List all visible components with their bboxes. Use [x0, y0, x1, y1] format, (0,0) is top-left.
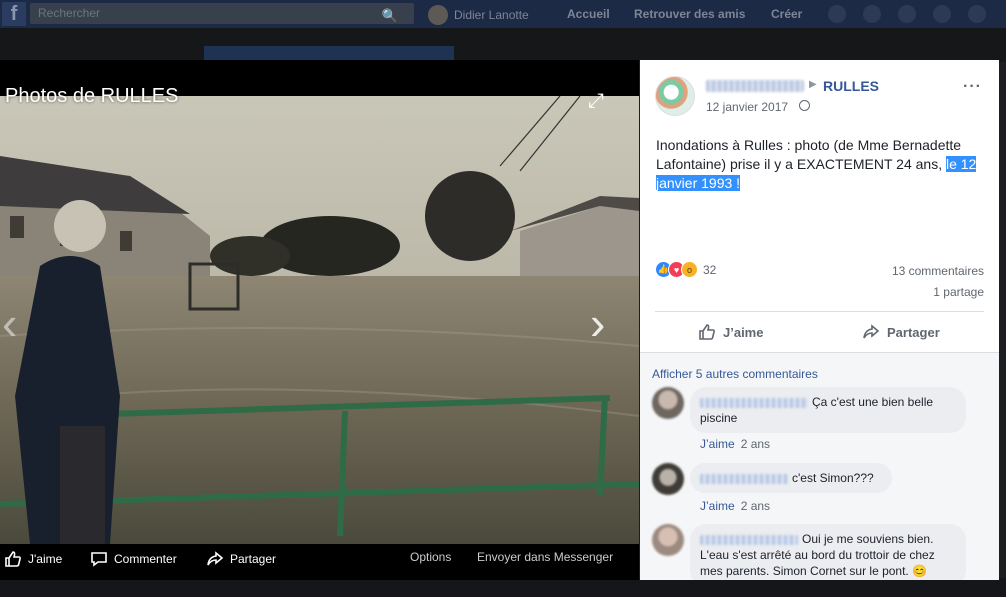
comment-meta: J’aime 2 ans [700, 437, 770, 451]
divider [655, 311, 984, 312]
more-options-icon[interactable]: ··· [963, 78, 982, 96]
post-text: Inondations à Rulles : photo (de Mme Ber… [656, 136, 991, 193]
profile-name: Didier Lanotte [454, 8, 529, 22]
help-icon[interactable] [933, 5, 951, 23]
search-placeholder: Rechercher [38, 6, 101, 20]
reactions-count: 32 [703, 262, 717, 277]
fullscreen-icon[interactable]: ⤢ [588, 90, 604, 113]
notifications-icon[interactable] [898, 5, 916, 23]
send-in-messenger-link[interactable]: Envoyer dans Messenger [477, 550, 613, 564]
wow-reaction-icon: o [681, 261, 698, 278]
viewer-like-button[interactable]: J'aime [4, 550, 62, 568]
show-more-comments-link[interactable]: Afficher 5 autres commentaires [652, 367, 818, 381]
account-menu-icon[interactable] [968, 5, 986, 23]
avatar[interactable] [652, 463, 684, 495]
commenter-name-redacted[interactable] [700, 534, 798, 545]
background-page-bottom [0, 578, 1006, 597]
viewer-action-bar: J'aime Commenter Partager Options Envoye… [0, 538, 639, 580]
comments-count-link[interactable]: 13 commentaires [892, 264, 984, 278]
viewer-share-button[interactable]: Partager [206, 550, 276, 568]
comments-section: Afficher 5 autres commentaires Ça c'est … [640, 352, 999, 580]
comment-bubble: Oui je me souviens bien. L'eau s'est arr… [690, 524, 966, 580]
photo-viewer: Photos de RULLES ⤢ ‹ › J'aime Commenter … [0, 60, 639, 580]
avatar [428, 5, 448, 25]
post-share-button[interactable]: Partager [862, 323, 940, 341]
smiley-emoji-icon: 😊 [912, 564, 928, 578]
friend-requests-icon[interactable] [828, 5, 846, 23]
avatar[interactable] [652, 524, 684, 556]
messenger-icon[interactable] [863, 5, 881, 23]
comment-meta: J’aime 2 ans [700, 499, 770, 513]
shares-count-link[interactable]: 1 partage [933, 285, 984, 299]
comment-like-link[interactable]: J’aime [700, 499, 735, 513]
comment-age[interactable]: 2 ans [741, 437, 770, 451]
viewer-comment-button[interactable]: Commenter [90, 550, 177, 568]
thumbs-up-icon [5, 551, 21, 567]
profile-link[interactable]: Didier Lanotte [428, 5, 529, 25]
viewer-like-label: J'aime [28, 552, 63, 566]
thumbs-up-icon [699, 324, 715, 340]
comment-like-link[interactable]: J’aime [700, 437, 735, 451]
avatar[interactable] [652, 387, 684, 419]
comment-bubble: c'est Simon??? [690, 463, 892, 493]
search-icon[interactable]: 🔍 [382, 5, 398, 26]
search-input[interactable]: Rechercher 🔍 [30, 3, 414, 24]
background-page [0, 28, 1006, 66]
top-navigation-bar: f Rechercher 🔍 Didier Lanotte Accueil Re… [0, 0, 1006, 28]
post-like-label: J’aime [723, 324, 764, 340]
post-like-button[interactable]: J’aime [698, 323, 763, 341]
viewer-options-link[interactable]: Options [410, 550, 451, 564]
post-date[interactable]: 12 janvier 2017 [706, 100, 788, 114]
comment-icon [91, 552, 107, 567]
reactions-summary[interactable]: 👍 ♥ o 32 [655, 261, 716, 278]
viewer-share-label: Partager [230, 552, 277, 566]
comment-age[interactable]: 2 ans [741, 499, 770, 513]
share-arrow-icon [207, 551, 224, 566]
nav-find-friends[interactable]: Retrouver des amis [634, 7, 745, 21]
post-share-label: Partager [887, 324, 940, 340]
commenter-name-redacted[interactable] [700, 473, 788, 484]
comment-text: c'est Simon??? [792, 471, 874, 485]
album-title[interactable]: Photos de RULLES [5, 85, 178, 108]
post-side-panel: ▶ RULLES 12 janvier 2017 ··· Inondations… [640, 60, 999, 580]
next-photo-arrow-icon[interactable]: › [590, 300, 605, 346]
globe-icon [799, 100, 810, 111]
commenter-name-redacted[interactable] [700, 397, 808, 408]
flood-photo[interactable] [0, 96, 639, 544]
viewer-comment-label: Commenter [114, 552, 177, 566]
page-name-link[interactable]: RULLES [823, 78, 879, 94]
comment-bubble: Ça c'est une bien belle piscine [690, 387, 966, 433]
previous-photo-arrow-icon[interactable]: ‹ [2, 300, 17, 346]
triangle-right-icon: ▶ [809, 79, 817, 90]
facebook-logo[interactable]: f [2, 2, 26, 26]
author-name-redacted[interactable] [706, 80, 804, 92]
share-arrow-icon [863, 324, 880, 339]
nav-home[interactable]: Accueil [567, 7, 610, 21]
page-avatar[interactable] [655, 76, 695, 116]
post-header: ▶ RULLES 12 janvier 2017 ··· [655, 76, 985, 116]
nav-create[interactable]: Créer [771, 7, 802, 21]
post-text-main: Inondations à Rulles : photo (de Mme Ber… [656, 137, 962, 172]
